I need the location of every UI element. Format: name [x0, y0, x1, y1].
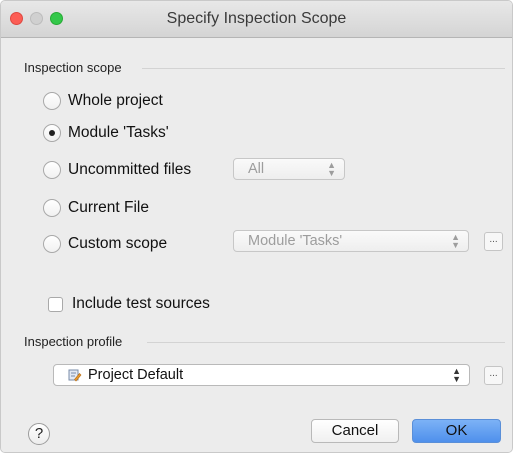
radio-label: Uncommitted files — [68, 161, 192, 178]
section-divider — [142, 68, 505, 69]
radio-label: Custom scope — [68, 235, 168, 252]
uncommitted-files-select[interactable]: All ▲ ▼ — [233, 158, 345, 180]
title-bar: Specify Inspection Scope — [1, 1, 512, 38]
include-test-sources-checkbox[interactable] — [48, 296, 63, 312]
section-divider — [147, 342, 505, 343]
help-button[interactable]: ? — [28, 423, 50, 445]
radio-button[interactable] — [43, 199, 61, 217]
select-value: Project Default — [88, 367, 184, 383]
radio-custom-scope[interactable]: Custom scope — [43, 233, 167, 255]
include-test-sources-row[interactable]: Include test sources — [48, 295, 210, 313]
radio-module-tasks[interactable]: Module 'Tasks' — [43, 122, 169, 144]
dialog-title: Specify Inspection Scope — [166, 10, 347, 27]
custom-scope-browse-button[interactable]: ... — [484, 232, 503, 251]
profile-browse-button[interactable]: ... — [484, 366, 503, 385]
radio-button[interactable] — [43, 161, 61, 179]
inspection-profile-select[interactable]: Project Default ▲ ▼ — [53, 364, 470, 386]
inspection-profile-heading: Inspection profile — [24, 334, 123, 349]
cancel-button[interactable]: Cancel — [311, 419, 399, 443]
custom-scope-select[interactable]: Module 'Tasks' ▲ ▼ — [233, 230, 469, 252]
select-arrows-icon: ▲ ▼ — [327, 160, 336, 178]
dialog-window: Specify Inspection Scope Inspection scop… — [0, 0, 513, 453]
radio-label: Module 'Tasks' — [68, 124, 169, 141]
select-arrows-icon: ▲ ▼ — [452, 366, 461, 384]
radio-current-file[interactable]: Current File — [43, 197, 149, 219]
select-arrows-icon: ▲ ▼ — [451, 232, 460, 250]
radio-uncommitted-files[interactable]: Uncommitted files — [43, 159, 191, 181]
radio-whole-project[interactable]: Whole project — [43, 90, 163, 112]
radio-button-selected[interactable] — [43, 124, 61, 142]
select-value: All — [248, 161, 265, 177]
radio-button[interactable] — [43, 235, 61, 253]
radio-label: Whole project — [68, 92, 163, 109]
inspection-scope-heading: Inspection scope — [24, 60, 122, 75]
ok-button[interactable]: OK — [412, 419, 501, 443]
checkbox-label: Include test sources — [72, 295, 210, 312]
dialog-content: Inspection scope Whole project Module 'T… — [1, 38, 512, 452]
inspection-profile-icon — [68, 368, 82, 382]
select-value: Module 'Tasks' — [248, 233, 343, 249]
radio-button[interactable] — [43, 92, 61, 110]
radio-label: Current File — [68, 199, 149, 216]
